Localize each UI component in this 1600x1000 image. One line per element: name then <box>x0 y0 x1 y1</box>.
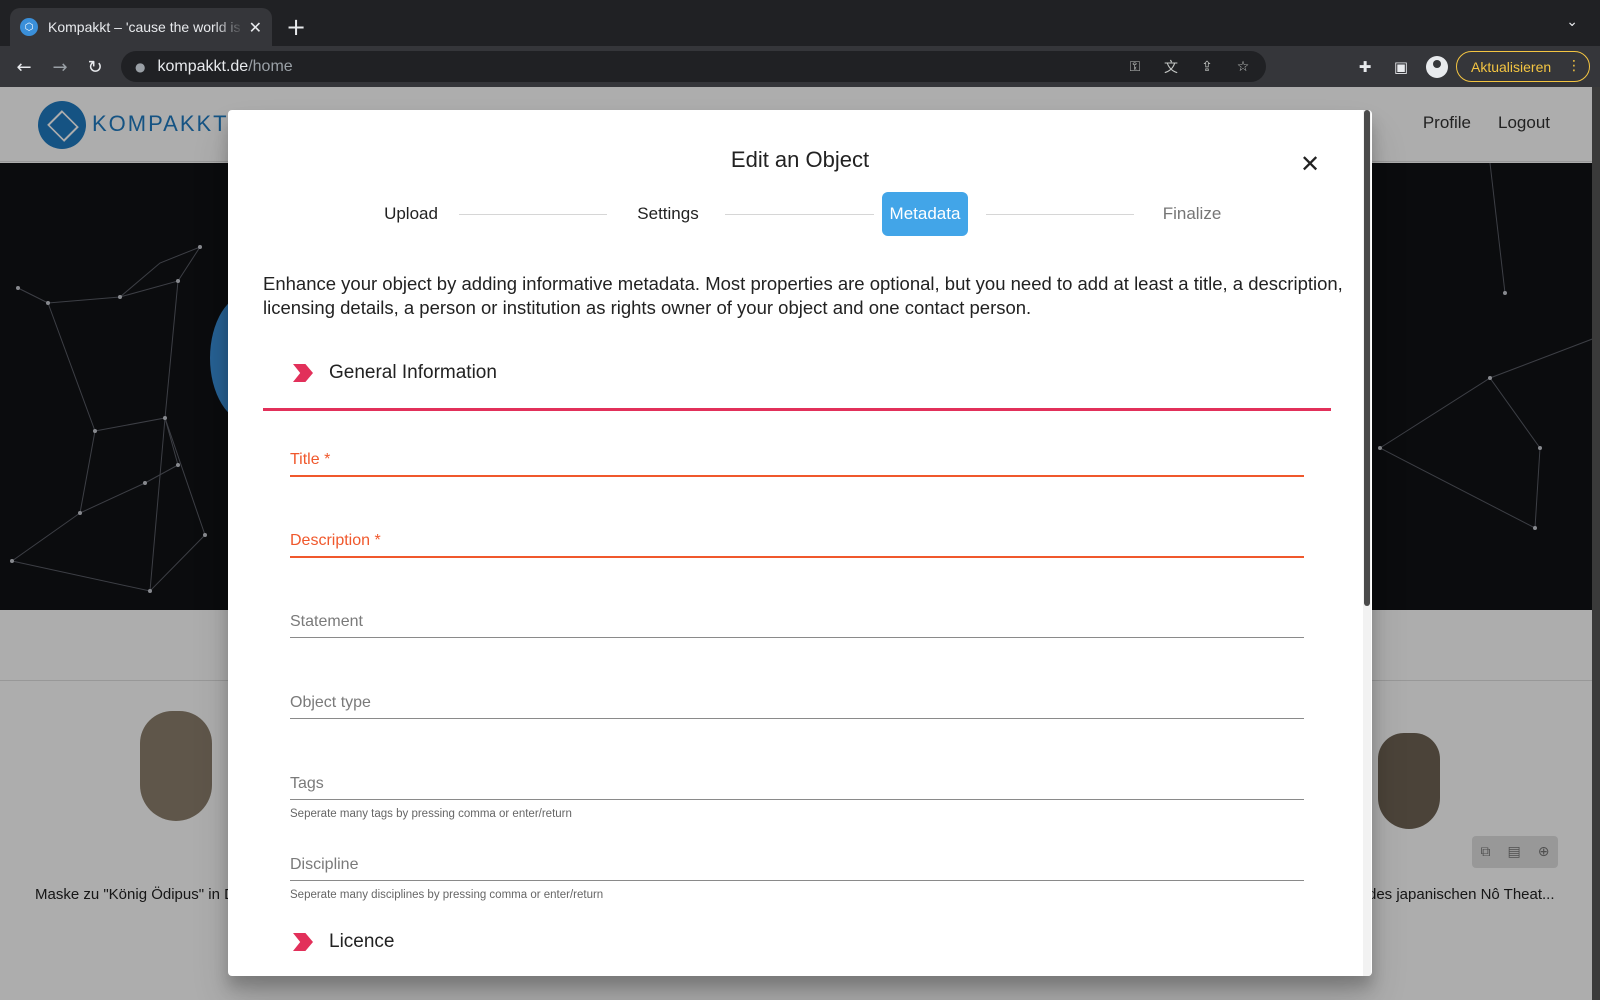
browser-menu-icon[interactable]: ⋮ <box>1567 58 1581 74</box>
stepper: Upload Settings Metadata Finalize <box>228 192 1372 236</box>
dialog-title: Edit an Object <box>730 147 870 172</box>
tags-underline <box>290 799 1304 800</box>
chevron-right-icon <box>293 364 313 382</box>
section-general-information[interactable]: General Information <box>293 358 497 388</box>
step-finalize[interactable]: Finalize <box>1137 192 1247 236</box>
object-type-underline <box>290 718 1304 719</box>
title-underline <box>290 475 1304 477</box>
close-icon[interactable]: ✕ <box>1294 148 1326 180</box>
tags-field[interactable]: Tags Seperate many tags by pressing comm… <box>290 773 1304 820</box>
object-type-field[interactable]: Object type <box>290 692 1304 719</box>
reload-button[interactable]: ↻ <box>82 54 108 80</box>
intro-text: Enhance your object by adding informativ… <box>263 273 1343 318</box>
browser-tab[interactable]: ⬡ Kompakkt – 'cause the world is not fla… <box>10 8 272 46</box>
step-connector <box>725 214 874 215</box>
discipline-hint: Seperate many disciplines by pressing co… <box>290 889 604 901</box>
browser-tabstrip: ⬡ Kompakkt – 'cause the world is not fla… <box>0 0 1600 46</box>
forward-button[interactable]: → <box>47 54 73 80</box>
page-scrollbar[interactable] <box>1592 87 1600 1000</box>
tab-close-icon[interactable]: ✕ <box>249 18 262 37</box>
url-host: kompakkt.de <box>157 57 249 75</box>
step-connector <box>986 214 1134 215</box>
update-label: Aktualisieren <box>1471 58 1552 75</box>
section-divider <box>263 408 1331 411</box>
extensions-icon[interactable]: ✚ <box>1352 54 1378 80</box>
statement-underline <box>290 637 1304 638</box>
edit-object-dialog: Edit an Object ✕ Upload Settings Metadat… <box>228 110 1372 976</box>
update-button[interactable]: Aktualisieren ⋮ <box>1456 51 1590 82</box>
description-field[interactable]: Description * <box>290 530 1304 558</box>
description-underline <box>290 556 1304 558</box>
statement-label: Statement <box>290 613 363 630</box>
title-label: Title * <box>290 451 331 468</box>
tags-hint: Seperate many tags by pressing comma or … <box>290 808 572 820</box>
statement-field[interactable]: Statement <box>290 611 1304 638</box>
address-bar[interactable]: ● kompakkt.de/home ⚿ 文 ⇪ ☆ <box>121 51 1266 82</box>
discipline-field[interactable]: Discipline Seperate many disciplines by … <box>290 854 1304 901</box>
lock-icon[interactable]: ● <box>135 60 145 74</box>
object-type-label: Object type <box>290 694 371 711</box>
discipline-underline <box>290 880 1304 881</box>
discipline-label: Discipline <box>290 856 359 873</box>
step-metadata[interactable]: Metadata <box>882 192 968 236</box>
star-icon[interactable]: ☆ <box>1232 56 1254 78</box>
tab-search-icon[interactable]: ⌄ <box>1566 14 1578 30</box>
section-licence[interactable]: Licence <box>293 927 395 957</box>
kompakkt-favicon-icon: ⬡ <box>20 18 38 36</box>
section-label: General Information <box>329 362 497 383</box>
back-button[interactable]: ← <box>11 54 37 80</box>
dialog-scrollbar[interactable] <box>1364 110 1370 606</box>
new-tab-button[interactable]: + <box>286 12 306 42</box>
step-settings[interactable]: Settings <box>618 192 718 236</box>
key-icon[interactable]: ⚿ <box>1124 56 1146 78</box>
url-path: /home <box>248 57 293 75</box>
side-panel-icon[interactable]: ▣ <box>1388 54 1414 80</box>
translate-icon[interactable]: 文 <box>1160 56 1182 78</box>
profile-icon[interactable] <box>1426 56 1448 78</box>
browser-toolbar: ← → ↻ ● kompakkt.de/home ⚿ 文 ⇪ ☆ ✚ ▣ Akt… <box>0 46 1600 87</box>
share-icon[interactable]: ⇪ <box>1196 56 1218 78</box>
tab-title: Kompakkt – 'cause the world is not flat <box>48 19 244 35</box>
chevron-right-icon <box>293 933 313 951</box>
section-label: Licence <box>329 931 395 952</box>
step-upload[interactable]: Upload <box>361 192 461 236</box>
description-label: Description * <box>290 532 381 549</box>
step-connector <box>459 214 607 215</box>
tags-label: Tags <box>290 775 324 792</box>
title-field[interactable]: Title * <box>290 449 1304 477</box>
